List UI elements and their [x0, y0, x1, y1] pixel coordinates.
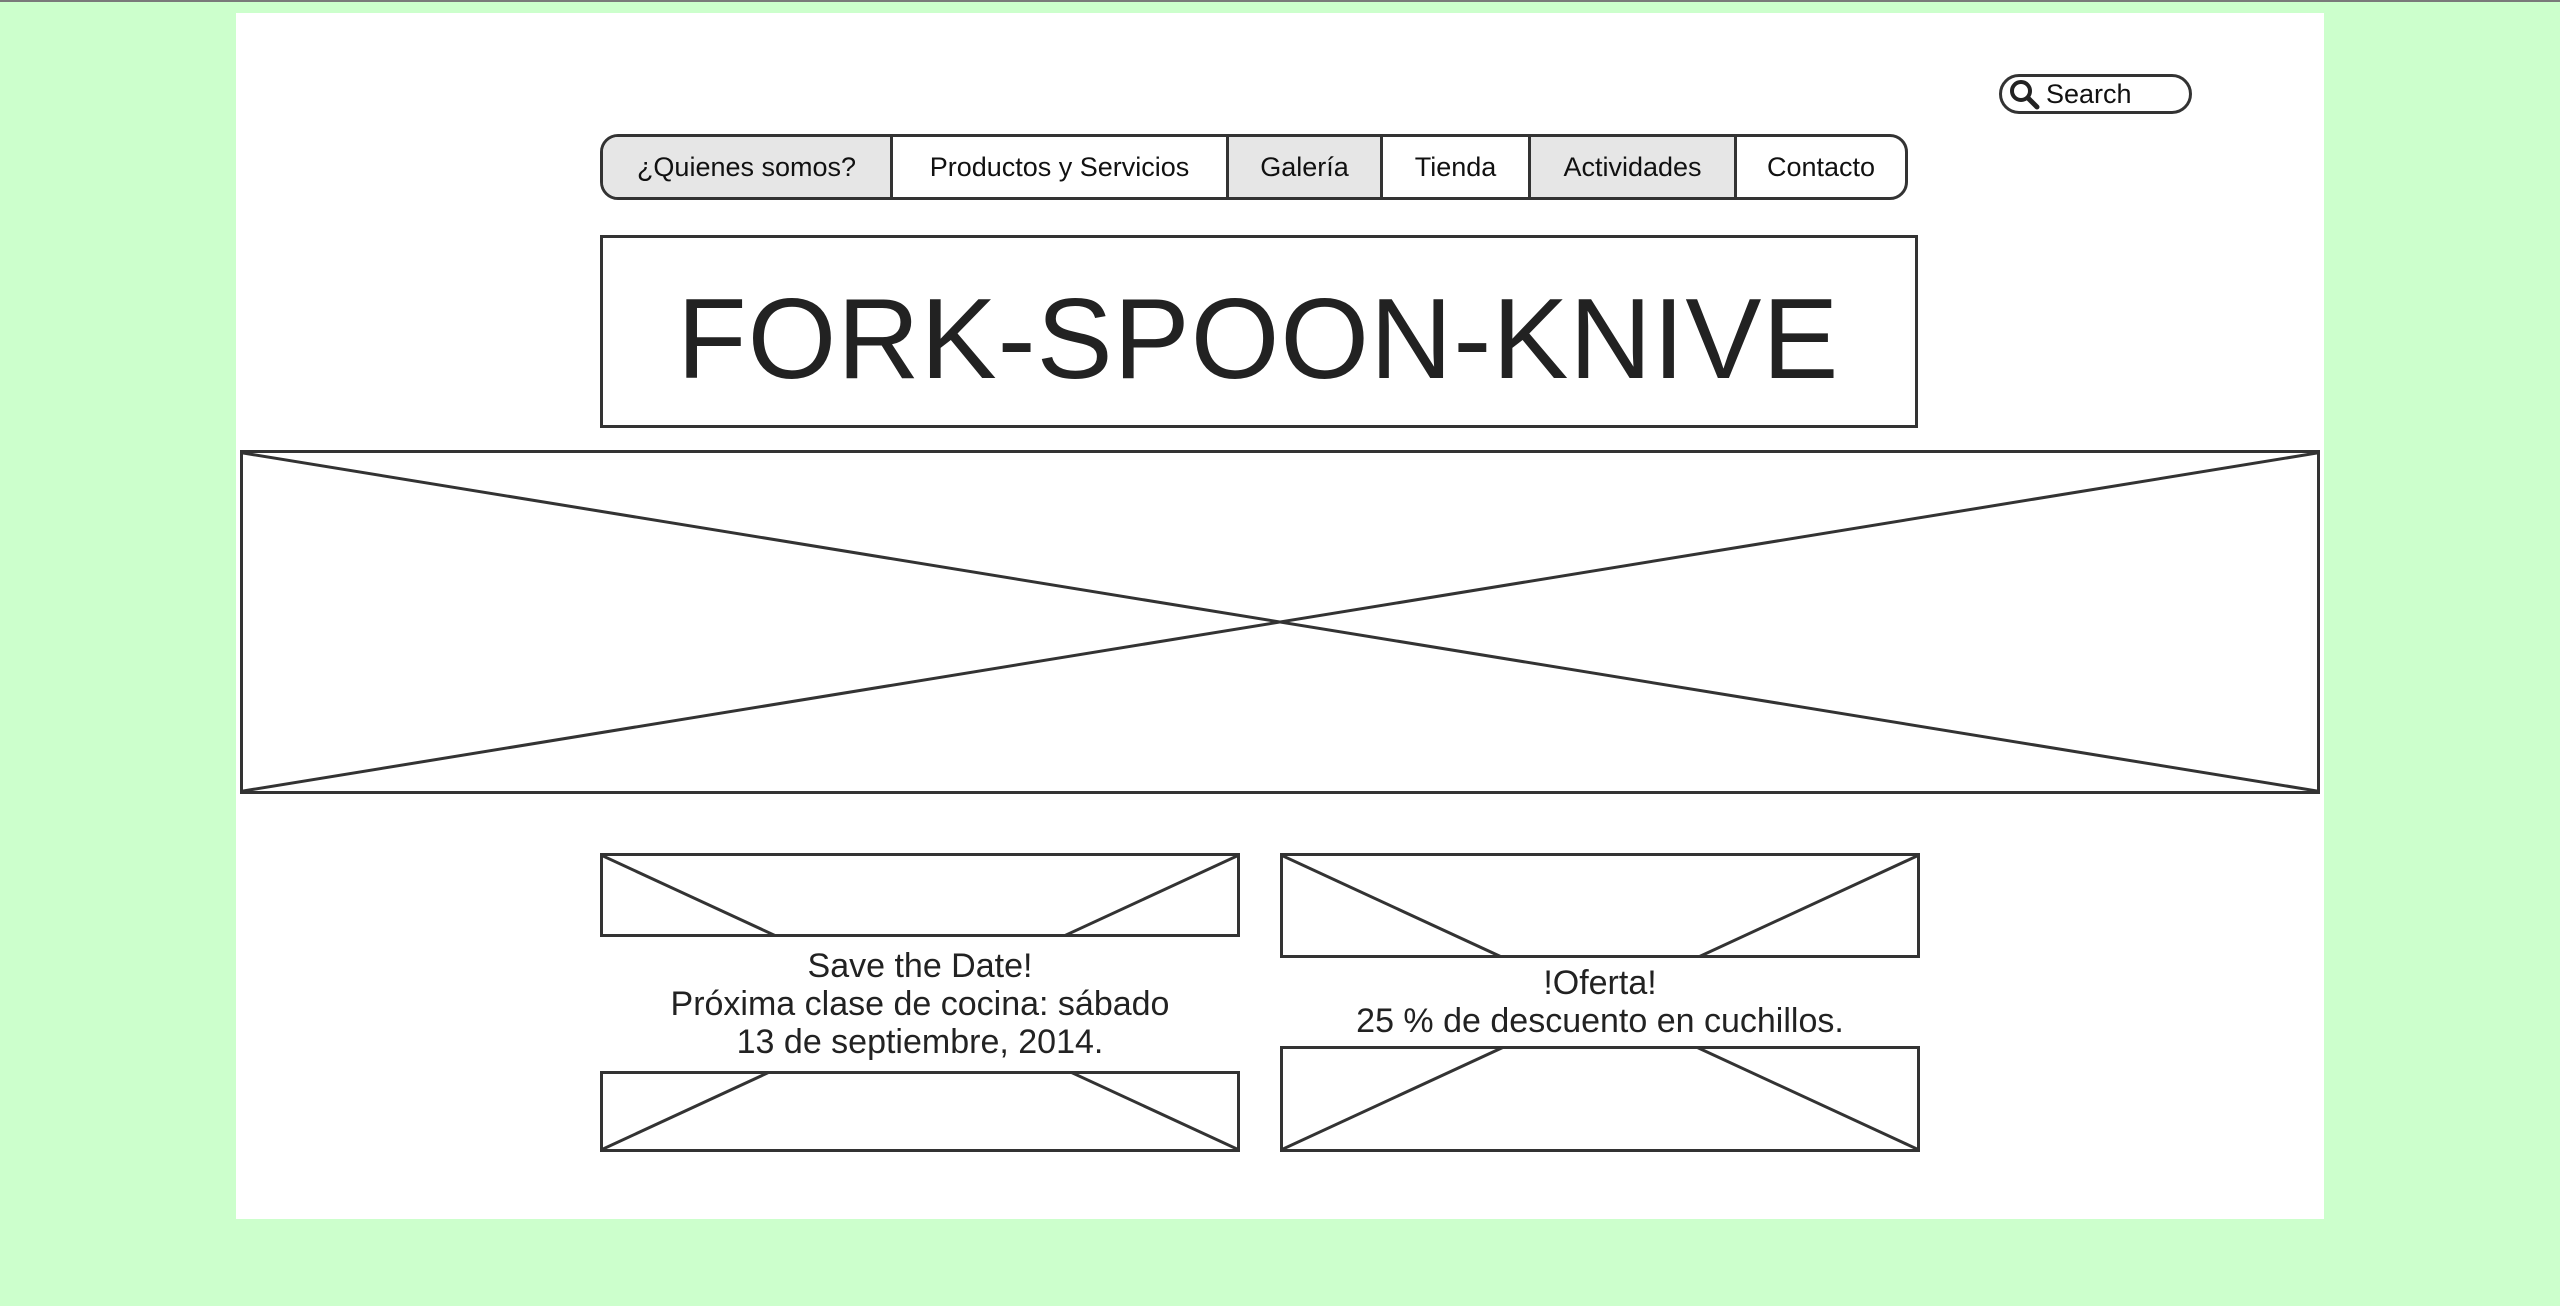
search-input[interactable] — [2042, 78, 2186, 110]
offer-card[interactable]: !Oferta! 25 % de descuento en cuchillos. — [1280, 853, 1920, 1152]
search-box[interactable] — [1999, 74, 2192, 114]
tab-tienda[interactable]: Tienda — [1383, 137, 1531, 197]
tab-galeria[interactable]: Galería — [1229, 137, 1383, 197]
tab-actividades[interactable]: Actividades — [1531, 137, 1737, 197]
placeholder-cross-icon — [243, 453, 2317, 791]
tab-productos-servicios[interactable]: Productos y Servicios — [893, 137, 1229, 197]
tab-quienes-somos[interactable]: ¿Quienes somos? — [603, 137, 893, 197]
search-icon[interactable] — [2006, 76, 2042, 112]
site-title: FORK-SPOON-KNIVE — [677, 276, 1840, 403]
tab-contacto[interactable]: Contacto — [1737, 137, 1905, 197]
hero-image-placeholder — [240, 450, 2320, 794]
offer-card-line-1: !Oferta! — [1543, 964, 1657, 1002]
event-card-line-1: Save the Date! — [807, 947, 1033, 985]
main-nav: ¿Quienes somos? Productos y Servicios Ga… — [600, 134, 1908, 200]
offer-card-line-2: 25 % de descuento en cuchillos. — [1356, 1002, 1844, 1040]
offer-card-caption: !Oferta! 25 % de descuento en cuchillos. — [1280, 955, 1920, 1049]
event-card-line-3: 13 de septiembre, 2014. — [736, 1023, 1104, 1061]
site-title-box: FORK-SPOON-KNIVE — [600, 235, 1918, 428]
event-card-line-2: Próxima clase de cocina: sábado — [670, 985, 1170, 1023]
event-card[interactable]: Save the Date! Próxima clase de cocina: … — [600, 853, 1240, 1152]
page-canvas: ¿Quienes somos? Productos y Servicios Ga… — [236, 13, 2324, 1219]
event-card-caption: Save the Date! Próxima clase de cocina: … — [600, 934, 1240, 1074]
window-top-border — [0, 0, 2560, 2]
